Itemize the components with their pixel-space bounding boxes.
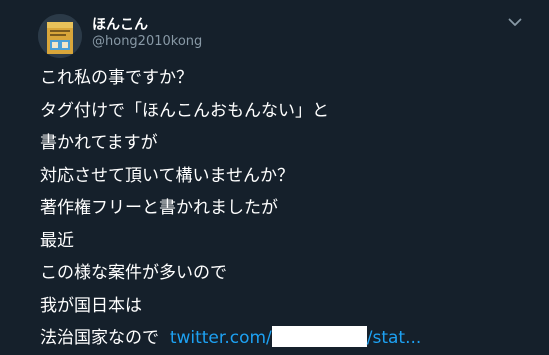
tweet-link[interactable]: twitter.com/ /stat... (170, 326, 422, 348)
tweet-line: 著作権フリーと書かれましたが (40, 198, 278, 218)
tweet-line: タグ付けで「ほんこんおもんない」と (40, 100, 329, 121)
author-handle[interactable]: @hong2010kong (92, 34, 202, 49)
tweet-line: 書かれてますが (40, 133, 158, 153)
tweet-card: ほんこん @hong2010kong これ私の事ですか？ タグ付けで「ほんこんお… (0, 0, 549, 348)
tweet-line: 法治国家なので (40, 328, 159, 348)
link-prefix[interactable]: twitter.com/ (170, 328, 272, 348)
tweet-line: 最近 (40, 230, 74, 251)
tweet-last-line: 法治国家なので twitter.com/ /stat... (40, 322, 540, 355)
redaction-box (271, 326, 367, 347)
link-suffix[interactable]: /stat... (367, 328, 422, 348)
tweet-text: これ私の事ですか？ タグ付けで「ほんこんおもんない」と 書かれてますが 対応させ… (40, 62, 540, 355)
avatar-image (38, 14, 82, 58)
tweet-line: これ私の事ですか？ (40, 68, 193, 88)
tweet-line: 対応させて頂いて構いませんか？ (40, 165, 294, 186)
tweet-line: 我が国日本は (40, 295, 142, 316)
chevron-down-icon[interactable] (506, 13, 524, 31)
author-name[interactable]: ほんこん (92, 14, 148, 34)
tweet-line: この様な案件が多いので (40, 263, 227, 283)
avatar[interactable] (38, 14, 82, 58)
